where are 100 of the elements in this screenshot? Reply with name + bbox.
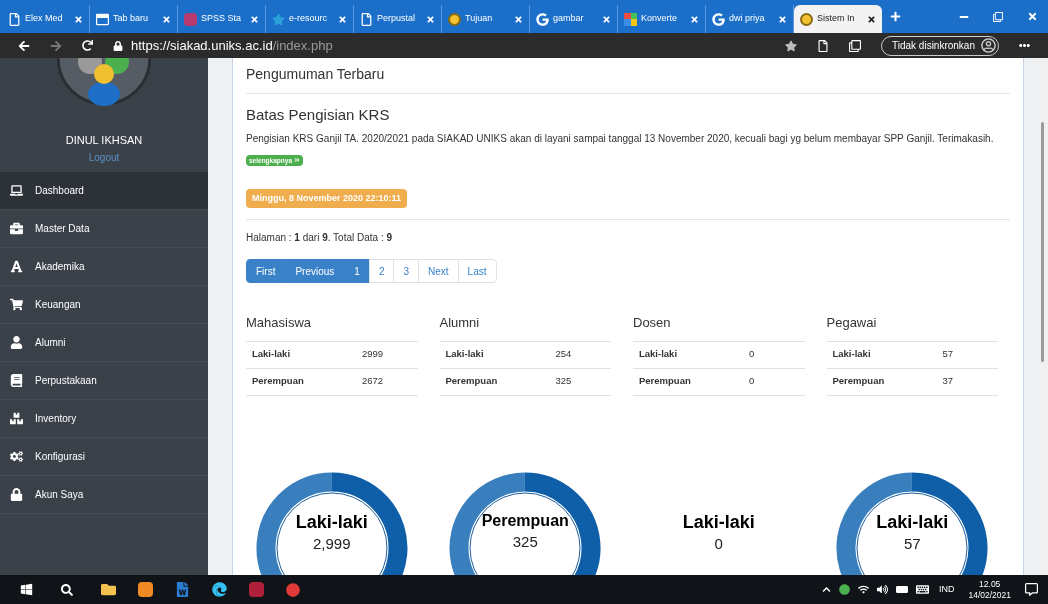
sidebar-item[interactable]: Master Data [0,210,208,248]
announcement-heading: Batas Pengisian KRS [246,105,391,125]
avatar-icon [981,38,996,53]
edge-icon[interactable] [212,582,227,597]
sidebar-item[interactable]: Inventory [0,400,208,438]
sidebar-label: Konfigurasi [35,450,86,464]
logout-link[interactable]: Logout [88,149,120,165]
sidebar-label: Master Data [35,222,90,236]
user-name: DINUL IKHSAN [65,133,143,148]
sidebar-item[interactable]: Keuangan [0,286,208,324]
tab-title: Sistem In [817,12,856,26]
lock-icon [10,488,23,501]
tray-icon[interactable] [838,584,850,595]
stat-title: Dosen [633,313,805,342]
pagination-button[interactable]: 1 [344,259,370,283]
close-icon[interactable] [867,14,876,24]
stat-title: Alumni [439,313,611,342]
reload-icon[interactable] [82,40,93,51]
folder-icon[interactable] [101,582,116,597]
announcement-text: Pengisian KRS Ganjil TA. 2020/2021 pada SIAKAD UNIKS akan di layani sampai tanggal 13 November 2020, kecuali bagi yg belum membayar SPP Ganjil. Terimakasih. [246,131,995,146]
windows-icon[interactable] [20,583,33,596]
language-indicator[interactable]: IND [938,582,955,597]
address-url[interactable]: https://siakad.uniks.ac.id/index.php [131,35,333,56]
back-icon[interactable] [18,39,30,52]
tab-title: Elex Med [25,12,64,26]
table-cell: 57 [942,347,954,362]
donut-value: 57 [903,535,921,554]
sidebar-item[interactable]: Akun Saya [0,476,208,514]
notifications-icon[interactable] [1025,583,1038,596]
pagination-button[interactable]: Previous [285,259,345,283]
sidebar-label: Inventory [35,412,77,426]
wifi-icon[interactable] [857,584,869,595]
app-icon[interactable] [138,582,153,597]
donut-value: 2,999 [312,535,351,554]
sidebar-item[interactable]: Perpustakaan [0,362,208,400]
tab-title: Tab baru [113,12,150,26]
pagination-button[interactable]: 2 [368,259,395,283]
pagination-button[interactable]: Next [418,259,459,283]
tab-title: Konverte [641,12,679,26]
letter-icon [10,260,23,273]
tab-title: Perpustal [377,12,417,26]
table-cell: 0 [749,374,755,389]
pagination-button[interactable]: First [246,259,286,283]
sidebar-item[interactable]: Akademika [0,248,208,286]
table-cell: 2999 [362,347,384,362]
table-cell-text: Laki-laki [252,347,292,362]
table-cell: 2672 [362,374,384,389]
new-tab-icon[interactable] [890,11,901,22]
logo-icon [448,12,461,26]
colored-grid-icon [624,12,637,26]
page-info: Halaman : 1 dari 9. Total Data : 9 [246,231,394,245]
volume-icon[interactable] [876,584,888,595]
record-icon[interactable] [286,582,300,597]
pagination-button[interactable]: Last [457,259,497,283]
search-icon[interactable] [61,583,73,596]
logo-icon [800,12,813,26]
pagination-button[interactable]: 3 [393,259,420,283]
table-cell-text: Perempuan [252,374,305,389]
sidebar-label: Dashboard [35,184,84,198]
battery-icon[interactable] [895,586,908,593]
date-badge: Minggu, 8 November 2020 22:10:11 [246,188,408,208]
sidebar-label: Keuangan [35,298,81,312]
page-icon[interactable] [817,39,829,52]
donut-label: Laki-laki [682,510,755,533]
briefcase-icon [10,222,23,235]
tab-title: dwi priya [729,12,766,26]
laptop-icon [10,184,23,197]
sidebar-item[interactable]: Alumni [0,324,208,362]
stat-title: Pegawai [826,313,998,342]
tab-title: e-resourc [289,12,328,26]
star-icon [272,12,285,26]
table-cell-text: Perempuan [639,374,692,389]
donut-label: Laki-laki [295,510,368,533]
table-cell-text: Laki-laki [639,347,679,362]
collections-icon[interactable] [849,39,861,52]
word-icon[interactable] [175,582,190,597]
cart-icon [10,298,23,311]
sidebar-label: Alumni [35,336,66,350]
panel-title: Pengumuman Terbaru [246,64,1010,94]
chevron-up-icon[interactable] [821,585,831,594]
google-icon [712,12,725,26]
table-cell: 37 [942,374,954,389]
table-cell: 0 [749,347,755,362]
app-logo-icon [184,12,197,26]
tab-title: gambar [553,12,585,26]
stat-title: Mahasiswa [246,313,418,342]
forward-icon[interactable] [50,39,62,52]
user-icon [10,336,23,349]
tab-title: Tujuan [465,12,494,26]
clock[interactable]: 12.05 14/02/2021 [968,578,1011,601]
table-cell: 254 [555,347,572,362]
donut-label: Laki-laki [876,510,949,533]
table-cell-text: Laki-laki [445,347,485,362]
sidebar-item[interactable]: Konfigurasi [0,438,208,476]
keyboard-icon[interactable] [915,583,929,596]
lock-icon [113,40,123,51]
sidebar-item[interactable]: Dashboard [0,172,208,210]
browser-tab[interactable]: Sistem In [794,5,882,33]
restore-icon[interactable] [993,11,1003,22]
favorite-icon[interactable] [785,39,797,52]
